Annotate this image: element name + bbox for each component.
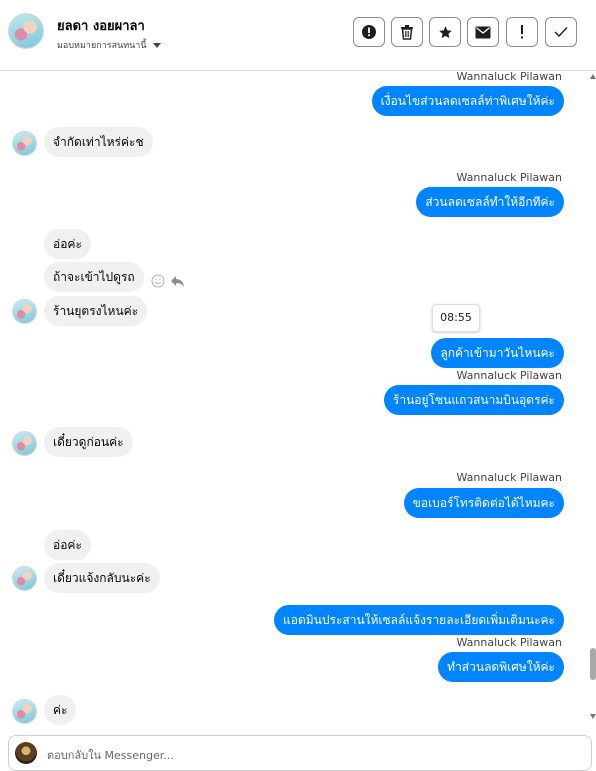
outgoing-message[interactable]: ส่วนลดเซลล์ทำให้อีกทีค่ะ: [416, 187, 564, 217]
delete-button[interactable]: [391, 17, 423, 47]
smiley-icon[interactable]: [151, 274, 165, 288]
mark-spam-button[interactable]: [353, 17, 385, 47]
check-icon: [554, 27, 568, 38]
message-actions: [151, 274, 185, 288]
sender-name: Wannaluck Pilawan: [456, 369, 563, 382]
sender-name: Wannaluck Pilawan: [456, 70, 563, 83]
incoming-message[interactable]: จำกัดเท่าไหร่ค่ะช: [44, 127, 153, 157]
sender-name: Wannaluck Pilawan: [456, 171, 563, 184]
star-icon: [438, 25, 452, 38]
scrollbar-thumb[interactable]: [590, 648, 596, 680]
envelope-icon: [475, 26, 491, 38]
mark-unread-button[interactable]: [467, 17, 499, 47]
contact-avatar-small: [12, 699, 37, 724]
alert-circle-icon: [362, 25, 376, 39]
reply-composer[interactable]: ตอบกลับใน Messenger...: [8, 735, 592, 771]
outgoing-message[interactable]: ทำส่วนลดพิเศษให้ค่ะ: [438, 652, 564, 682]
contact-avatar[interactable]: [8, 13, 44, 49]
star-button[interactable]: [429, 17, 461, 47]
incoming-message[interactable]: เดี๋ยวดูก่อนค่ะ: [44, 427, 133, 457]
incoming-message[interactable]: อ่อค่ะ: [44, 530, 91, 560]
outgoing-message[interactable]: ร้านอยู่โซนแถวสนามบินอุดรค่ะ: [383, 385, 564, 415]
scroll-up-arrow-icon[interactable]: [590, 74, 596, 79]
outgoing-message[interactable]: แอดมินประสานให้เซลล์แจ้งรายละเอียดเพิ่มเ…: [274, 605, 564, 635]
outgoing-message[interactable]: ลูกค้าเข้ามาวันไหนคะ: [431, 338, 564, 368]
caret-down-icon: [152, 42, 161, 48]
incoming-message[interactable]: ถ้าจะเข้าไปดูรถ: [44, 262, 144, 292]
done-button[interactable]: [545, 17, 577, 47]
reply-input[interactable]: ตอบกลับใน Messenger...: [47, 746, 174, 764]
follow-up-button[interactable]: [506, 17, 538, 47]
assign-conversation-dropdown[interactable]: มอบหมายการสนทนานี้: [57, 38, 161, 52]
sender-name: Wannaluck Pilawan: [456, 471, 563, 484]
outgoing-message[interactable]: ขอเบอร์โทรติดต่อได้ไหมคะ: [403, 488, 564, 518]
incoming-message[interactable]: ค่ะ: [44, 695, 77, 725]
sender-name: Wannaluck Pilawan: [456, 636, 563, 649]
scrollbar-track[interactable]: [589, 72, 596, 722]
exclamation-icon: [521, 25, 523, 39]
contact-avatar-small: [12, 131, 37, 156]
contact-avatar-small: [12, 299, 37, 324]
incoming-message[interactable]: ร้านยุตรงไหนค่ะ: [44, 296, 148, 326]
reply-icon[interactable]: [170, 275, 185, 288]
scroll-down-arrow-icon[interactable]: [590, 714, 596, 719]
contact-avatar-small: [12, 566, 37, 591]
outgoing-message[interactable]: เงื่อนไขส่วนลดเซลล์ท่าพิเศษให้ค่ะ: [371, 86, 564, 116]
contact-name[interactable]: ยลดา งอยผาลา: [57, 15, 145, 36]
conversation-header: ยลดา งอยผาลา มอบหมายการสนทนานี้: [0, 0, 596, 71]
contact-avatar-small: [12, 431, 37, 456]
incoming-message[interactable]: เดี๋ยวแจ้งกลับนะค่ะ: [44, 563, 160, 593]
timestamp-tooltip: 08:55: [432, 304, 480, 332]
trash-icon: [401, 25, 413, 40]
assign-label: มอบหมายการสนทนานี้: [57, 41, 147, 51]
incoming-message[interactable]: อ่อค่ะ: [44, 229, 91, 259]
